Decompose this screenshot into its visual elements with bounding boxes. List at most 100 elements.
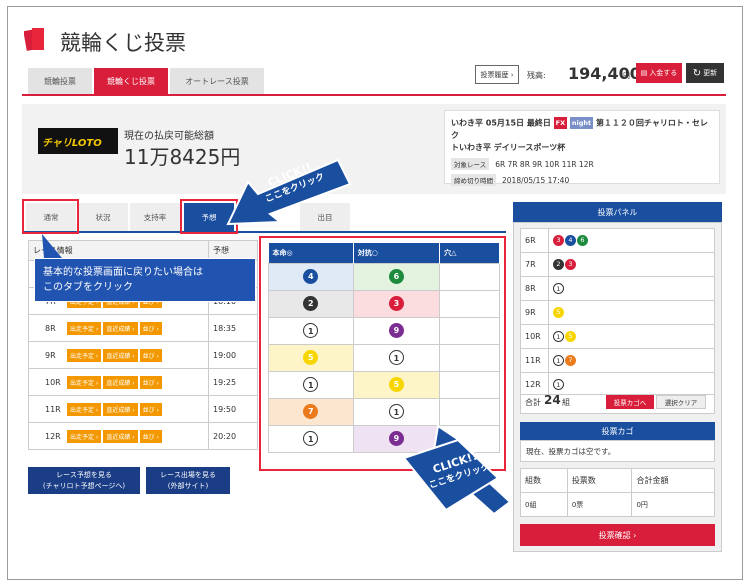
races-label: 対象レース [451, 157, 490, 170]
race-time: 18:35 [208, 314, 258, 342]
tab-keirin-kuji[interactable]: 競輪くじ投票 [94, 68, 168, 94]
update-label: 更新 [703, 69, 718, 77]
deposit-label: 入金する [649, 69, 678, 77]
highlight-normal-tab [22, 199, 79, 234]
total-label: 合計 [525, 398, 541, 407]
race-entry-button[interactable]: レース出場を見る (外部サイト) [146, 467, 230, 494]
race-info-box: いわき平 05月15日 最終日 FX night 第１１２０回チャリロト・セレク… [444, 110, 720, 186]
chari-loto-logo: チャリLOTO [38, 128, 118, 154]
tab-keirin[interactable]: 競輪投票 [28, 68, 92, 94]
table-row[interactable]: 11R 1 7 [520, 348, 715, 373]
results-button[interactable]: 直近成績 › [103, 348, 138, 362]
total-count: 24 [544, 393, 561, 407]
line-button[interactable]: 並び › [139, 375, 162, 389]
table-row: 9R 出走予定 › 直近成績 › 並び › 19:00 [28, 341, 258, 369]
race-time: 19:00 [208, 341, 258, 369]
cart-empty-text: 現在、投票カゴは空です。 [520, 440, 715, 462]
col-votes: 投票数 [566, 468, 633, 493]
entry-button[interactable]: 出走予定 › [67, 375, 102, 389]
deposit-button[interactable]: ▤ 入金する [636, 63, 682, 83]
history-button[interactable]: 投票履歴 › [475, 65, 519, 84]
tab-autorace[interactable]: オートレース投票 [170, 68, 264, 94]
bike-number: 7 [565, 355, 576, 366]
results-button[interactable]: 直近成績 › [103, 375, 138, 389]
fx-badge: FX [553, 117, 568, 129]
race-number: 10R [45, 377, 61, 387]
race-venue: いわき平 05月15日 最終日 [451, 118, 551, 128]
bike-number: 1 [553, 331, 564, 342]
table-row: 8R 出走予定 › 直近成績 › 並び › 18:35 [28, 314, 258, 342]
refresh-icon: ↻ [692, 67, 702, 79]
tab-support-rate[interactable]: 支持率 [130, 203, 180, 231]
line-button[interactable]: 並び › [139, 402, 162, 416]
update-button[interactable]: ↻ 更新 [686, 63, 724, 83]
entry-button[interactable]: 出走予定 › [67, 402, 102, 416]
ticket-logo-icon [24, 28, 44, 51]
cart-title: 投票カゴ [520, 422, 715, 440]
race-entry-label: レース出場を見る [160, 471, 216, 479]
bike-number: 2 [553, 259, 564, 270]
panel-race: 8R [520, 276, 549, 301]
tab-status[interactable]: 状況 [78, 203, 128, 231]
col-amount: 合計金額 [631, 468, 715, 493]
amount-value: 0円 [631, 492, 715, 517]
table-row[interactable]: 8R 1 [520, 276, 715, 301]
votes-value: 0票 [566, 492, 633, 517]
race-prediction-sub: (チャリロト予想ページへ) [42, 482, 126, 490]
deadline-value: 2018/05/15 17:40 [502, 175, 570, 185]
panel-title: 投票パネル [513, 202, 722, 222]
payout-label: 現在の払戻可能総額 [124, 131, 214, 142]
race-prediction-button[interactable]: レース予想を見る (チャリロト予想ページへ) [28, 467, 140, 494]
bike-number: 4 [565, 235, 576, 246]
confirm-vote-button[interactable]: 投票確認 › [520, 524, 715, 546]
night-badge: night [569, 117, 594, 129]
entry-button[interactable]: 出走予定 › [67, 321, 102, 335]
subtab-underline [22, 231, 506, 233]
races-value: 6R 7R 8R 9R 10R 11R 12R [495, 159, 594, 169]
bike-number: 3 [553, 235, 564, 246]
note-pointer [42, 234, 62, 258]
bike-number: 6 [577, 235, 588, 246]
race-number: 11R [45, 404, 61, 414]
panel-table: 6R 3 4 6 7R 2 3 8R 1 9R 5 10R 1 5 11R 1 7 12R 1 [520, 228, 715, 397]
race-time: 20:20 [208, 422, 258, 450]
deadline-label: 締め切り時間 [451, 173, 496, 186]
line-button[interactable]: 並び › [139, 321, 162, 335]
bike-number: 1 [553, 355, 564, 366]
panel-race: 6R [520, 228, 549, 253]
table-row[interactable]: 7R 2 3 [520, 252, 715, 277]
bike-number: 1 [553, 283, 564, 294]
balance-label: 残高: [527, 71, 546, 80]
table-row[interactable]: 10R 1 5 [520, 324, 715, 349]
race-time: 19:50 [208, 395, 258, 423]
results-button[interactable]: 直近成績 › [103, 429, 138, 443]
note-line-1: 基本的な投票画面に戻りたい場合は [43, 267, 203, 278]
results-button[interactable]: 直近成績 › [103, 402, 138, 416]
race-entry-sub: (外部サイト) [167, 482, 209, 490]
line-button[interactable]: 並び › [139, 348, 162, 362]
line-button[interactable]: 並び › [139, 429, 162, 443]
table-row: 11R 出走予定 › 直近成績 › 並び › 19:50 [28, 395, 258, 423]
wallet-icon: ▤ [640, 69, 648, 77]
results-button[interactable]: 直近成績 › [103, 321, 138, 335]
table-row[interactable]: 9R 5 [520, 300, 715, 325]
race-number: 8R [45, 323, 56, 333]
table-row: 12R 出走予定 › 直近成績 › 並び › 20:20 [28, 422, 258, 450]
panel-race: 7R [520, 252, 549, 277]
bike-number: 3 [565, 259, 576, 270]
race-number: 12R [45, 431, 61, 441]
tab-underline [22, 94, 726, 96]
panel-race: 10R [520, 324, 549, 349]
bike-number: 1 [553, 379, 564, 390]
entry-button[interactable]: 出走予定 › [67, 429, 102, 443]
clear-selection-button[interactable]: 選択クリア [656, 395, 706, 409]
table-row[interactable]: 6R 3 4 6 [520, 228, 715, 253]
col-sets: 組数 [520, 468, 568, 493]
race-prediction-label: レース予想を見る [56, 471, 112, 479]
entry-button[interactable]: 出走予定 › [67, 348, 102, 362]
balance-unit: 円 [623, 72, 630, 80]
note-line-2: このタブをクリック [43, 282, 133, 293]
add-to-cart-button[interactable]: 投票カゴへ [606, 395, 654, 409]
race-number: 9R [45, 350, 56, 360]
bike-number: 5 [553, 307, 564, 318]
